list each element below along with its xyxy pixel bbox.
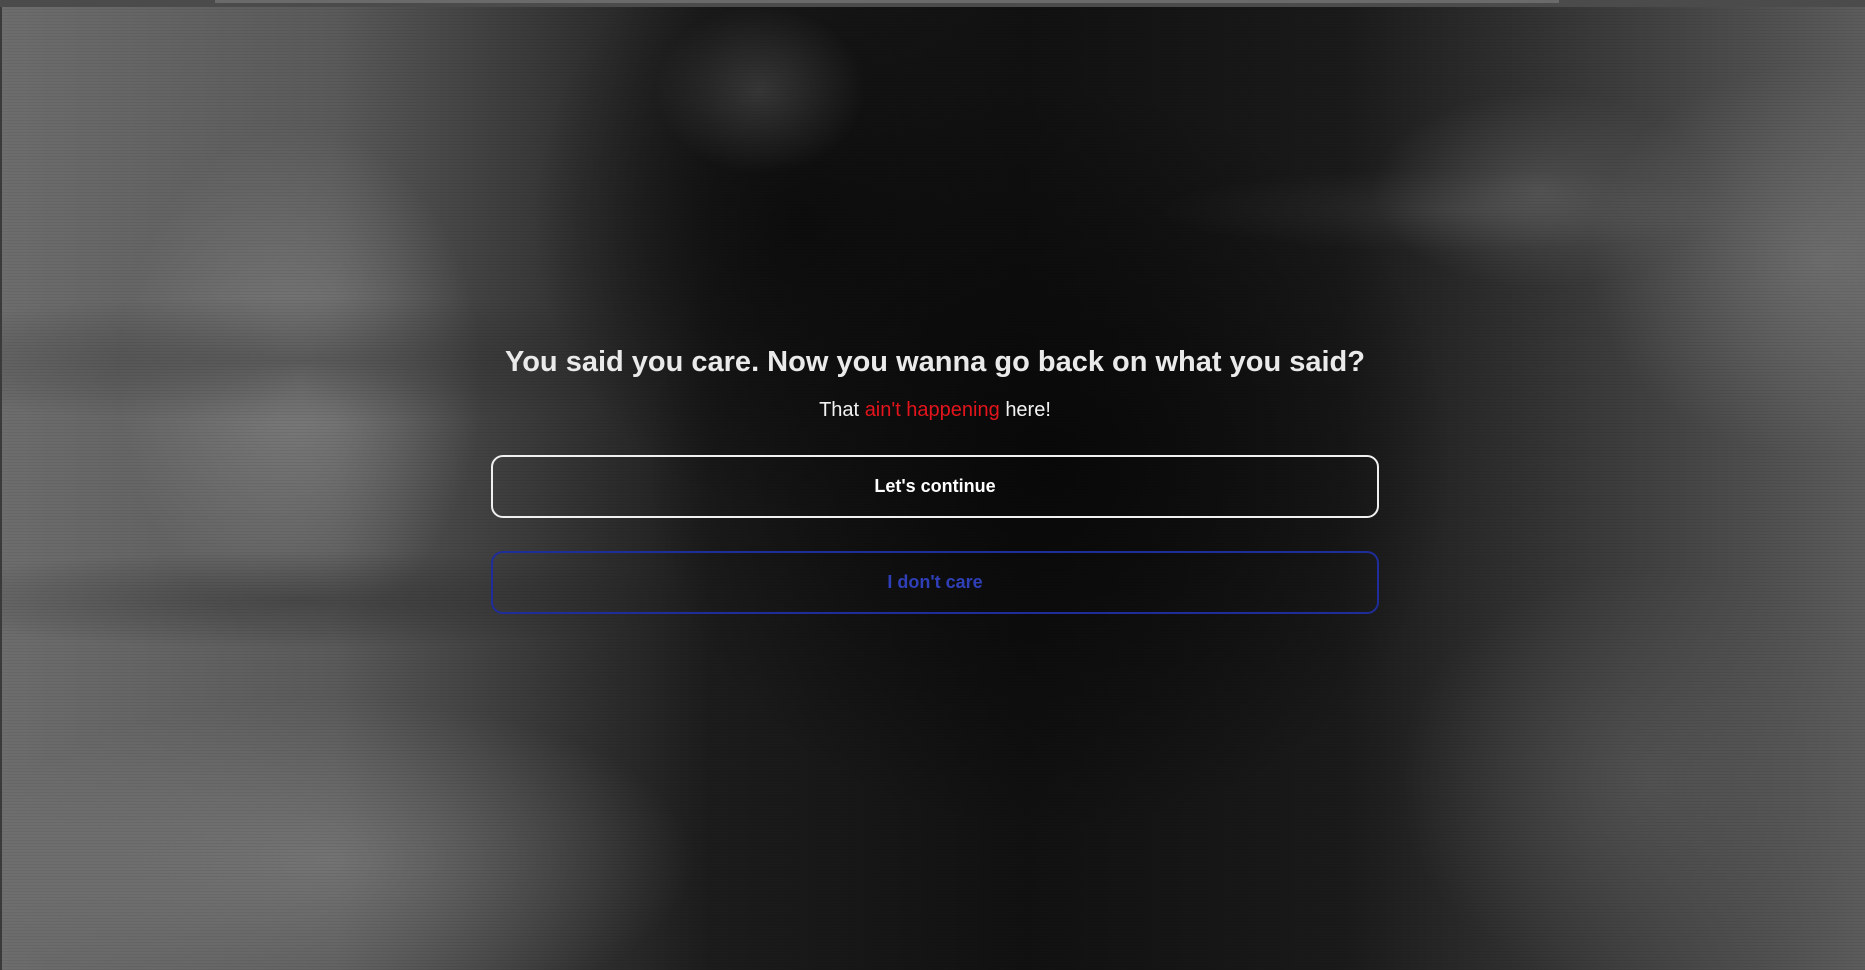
continue-button[interactable]: Let's continue [491, 455, 1379, 518]
dialog-title: You said you care. Now you wanna go back… [505, 346, 1365, 378]
background-photo: You said you care. Now you wanna go back… [0, 0, 1865, 970]
top-bar [0, 0, 1865, 7]
top-bar-highlight [215, 0, 1559, 3]
subtitle-highlight: ain't happening [864, 399, 1000, 421]
left-edge [0, 7, 2, 970]
dialog-subtitle: That ain't happening here! [491, 396, 1379, 424]
subtitle-prefix: That [819, 399, 860, 421]
subtitle-suffix: here! [1005, 399, 1051, 421]
dont-care-button[interactable]: I don't care [491, 551, 1379, 614]
prompt-dialog: You said you care. Now you wanna go back… [491, 340, 1379, 614]
